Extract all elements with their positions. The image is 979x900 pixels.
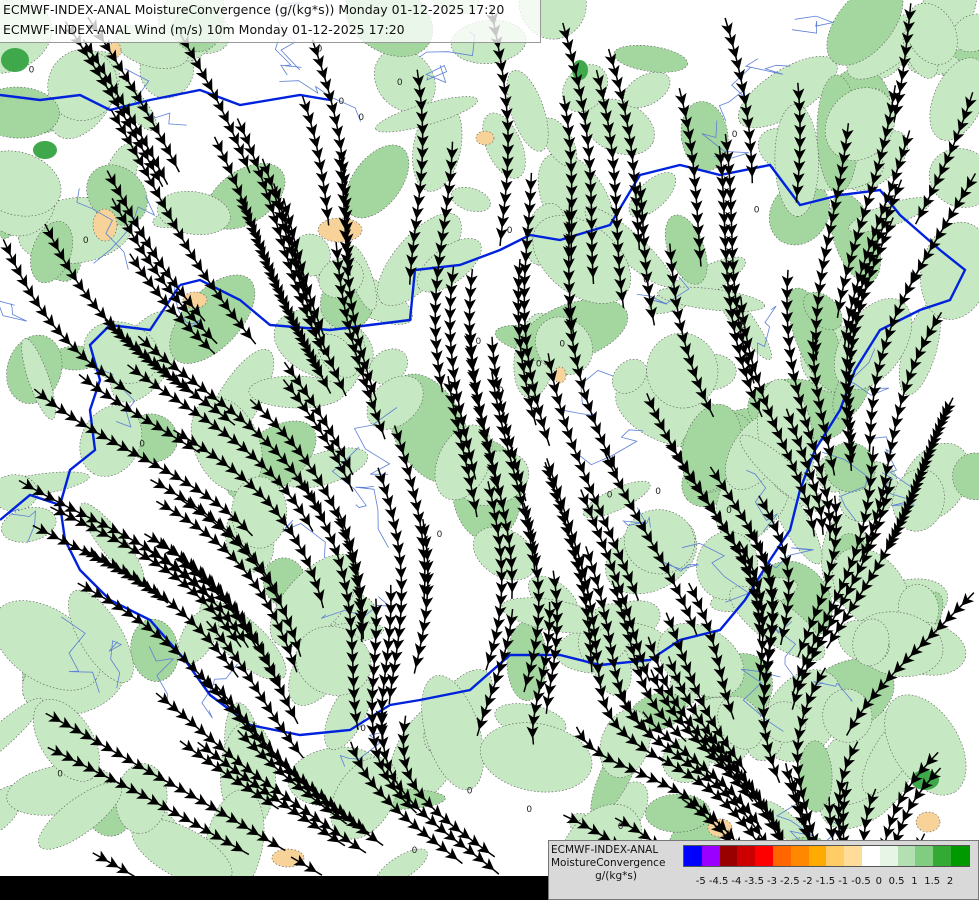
legend-tick: -4.5 <box>708 876 729 887</box>
divergence-patch <box>915 811 941 833</box>
legend-swatch-0 <box>684 846 702 866</box>
legend-swatch-3 <box>737 846 756 866</box>
contour-label: 0 <box>29 65 35 75</box>
contour-label: 0 <box>412 846 418 856</box>
weather-map: 0 0 0 0 0 0 0 0 0 0 0 0 0 0 0 0 0 0 0 0 0 0 0 0 0 0 <box>0 0 979 900</box>
contour-label: 0 <box>536 359 542 369</box>
legend-swatch-5 <box>772 846 791 866</box>
contour-label: 0 <box>559 339 565 349</box>
legend-swatch-13 <box>915 846 934 866</box>
legend-tick: 1.5 <box>924 876 941 887</box>
legend-tick: -5 <box>695 876 706 887</box>
divergence-patch <box>271 848 305 868</box>
legend-swatch-7 <box>808 846 827 866</box>
legend-swatch-15 <box>950 846 969 866</box>
title-wind: ECMWF-INDEX-ANAL Wind (m/s) 10m Monday 0… <box>3 22 405 37</box>
contour-label: 0 <box>139 440 145 450</box>
color-legend: ECMWF-INDEX-ANAL MoistureConvergence g/(… <box>548 840 979 900</box>
bottom-strip <box>0 876 548 900</box>
divergence-patch <box>553 366 567 384</box>
legend-tick-labels: -5 -4.5 -4 -3.5 -3 -2.5 -2 -1.5 -1 -0.5 0 0.5 1 1.5 2 <box>683 876 973 890</box>
legend-swatch-4 <box>755 846 773 866</box>
contour-label: 0 <box>83 236 89 246</box>
contour-label: 0 <box>57 769 63 779</box>
legend-swatch-11 <box>879 846 898 866</box>
legend-swatch-10 <box>861 846 880 866</box>
contour-label: 0 <box>732 130 738 140</box>
contour-label: 0 <box>397 78 403 88</box>
divergence-patch <box>108 41 122 59</box>
legend-tick: 0 <box>875 876 882 887</box>
divergence-patch <box>92 208 118 242</box>
contour-label: 0 <box>358 113 364 123</box>
legend-tick: -4 <box>731 876 742 887</box>
legend-tick: 0.5 <box>888 876 905 887</box>
legend-tick: 1 <box>911 876 918 887</box>
legend-tick: -1 <box>838 876 849 887</box>
divergence-patch <box>317 217 363 243</box>
legend-swatch-2 <box>719 846 738 866</box>
legend-tick: -1.5 <box>815 876 836 887</box>
contour-label: 0 <box>476 337 482 347</box>
contour-label: 0 <box>740 322 746 332</box>
legend-swatch-1 <box>701 846 720 866</box>
legend-swatch-9 <box>844 846 862 866</box>
legend-tick: -2 <box>802 876 813 887</box>
legend-tick: -3.5 <box>744 876 764 887</box>
contour-label: 0 <box>754 205 760 215</box>
contour-label: 0 <box>607 491 613 501</box>
contour-label: 0 <box>655 487 661 497</box>
contour-label: 0 <box>317 45 323 55</box>
map-title: ECMWF-INDEX-ANAL MoistureConvergence (g/… <box>0 0 541 43</box>
contour-label: 0 <box>643 275 649 285</box>
strong-convergence-patch <box>1 48 29 72</box>
legend-tick: 2 <box>946 876 954 887</box>
divergence-patch <box>475 130 495 146</box>
contour-label: 0 <box>467 786 473 796</box>
contour-label: 0 <box>726 506 732 516</box>
convergence-patch <box>506 620 548 701</box>
legend-swatch-14 <box>933 846 951 866</box>
legend-swatch-8 <box>826 846 845 866</box>
legend-color-bar <box>683 845 970 867</box>
contour-label: 0 <box>360 724 366 734</box>
contour-label: 0 <box>339 97 345 107</box>
legend-swatch-6 <box>790 846 809 866</box>
legend-title: ECMWF-INDEX-ANAL MoistureConvergence g/(… <box>551 844 666 882</box>
contour-label: 0 <box>498 386 504 396</box>
legend-swatch-12 <box>897 846 916 866</box>
legend-tick: -3 <box>767 876 777 887</box>
strong-convergence-patch <box>911 770 939 790</box>
legend-tick: -2.5 <box>780 876 800 887</box>
contour-label: 0 <box>507 226 513 236</box>
contour-label: 0 <box>618 822 624 832</box>
legend-tick: -0.5 <box>851 876 871 887</box>
contour-label: 0 <box>437 530 443 540</box>
strong-convergence-patch <box>33 141 57 159</box>
title-moisture: ECMWF-INDEX-ANAL MoistureConvergence (g/… <box>3 2 505 17</box>
contour-label: 0 <box>526 805 532 815</box>
